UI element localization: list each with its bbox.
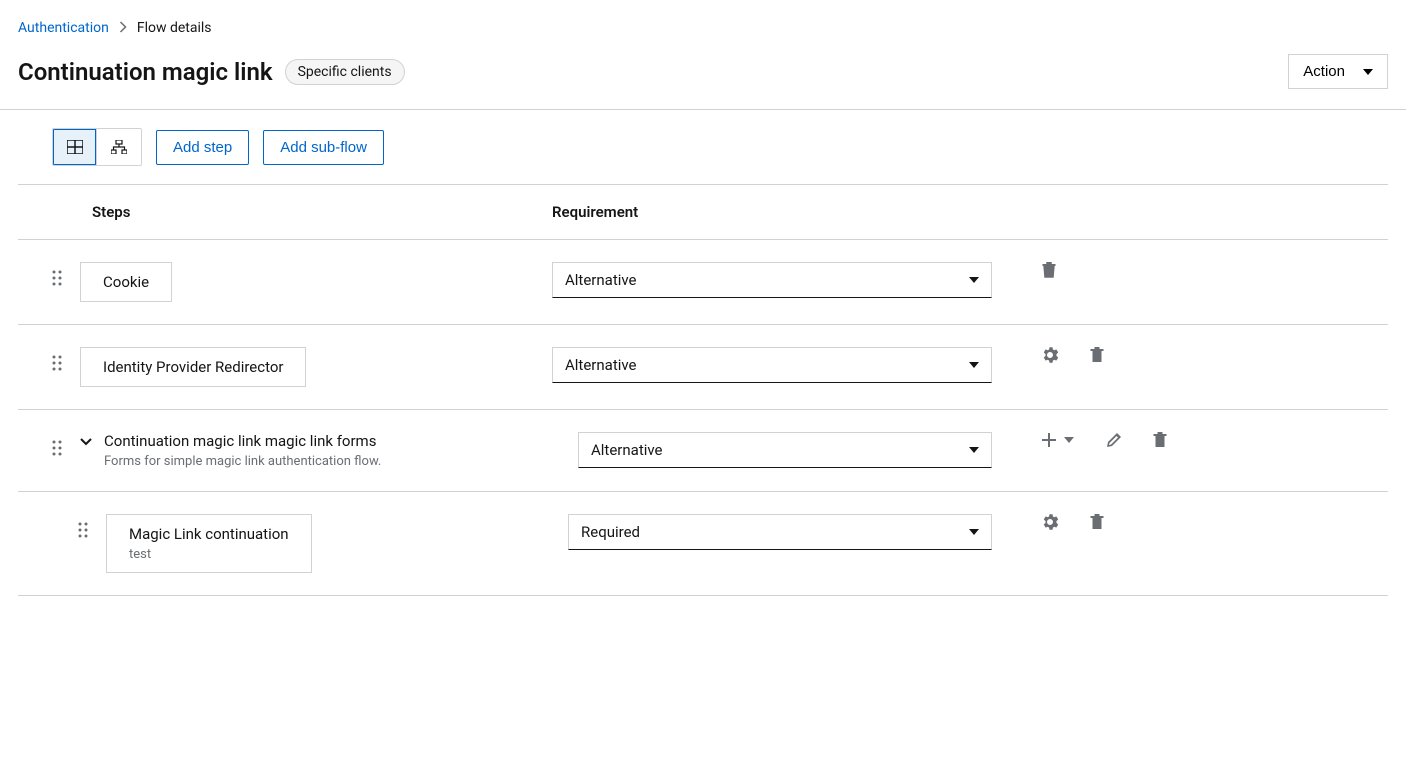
step-row: Magic Link continuation test Required	[18, 492, 1388, 596]
drag-handle-icon[interactable]	[52, 432, 62, 456]
requirement-value: Alternative	[565, 356, 637, 374]
trash-icon	[1090, 347, 1104, 363]
action-label: Action	[1303, 63, 1345, 80]
add-button[interactable]	[1042, 433, 1056, 447]
edit-button[interactable]	[1106, 433, 1121, 448]
breadcrumb: Authentication Flow details	[0, 0, 1406, 48]
delete-button[interactable]	[1153, 432, 1167, 448]
diagram-view-toggle[interactable]	[97, 129, 141, 165]
caret-down-icon	[969, 529, 979, 535]
delete-button[interactable]	[1090, 347, 1104, 363]
requirement-value: Required	[581, 523, 640, 541]
chevron-down-icon	[80, 438, 92, 446]
pencil-icon	[1106, 433, 1121, 448]
step-row-subflow: Continuation magic link magic link forms…	[18, 410, 1388, 492]
step-name: Identity Provider Redirector	[103, 358, 283, 376]
requirement-select[interactable]: Required	[568, 514, 992, 550]
plus-icon	[1042, 433, 1056, 447]
view-toggle-group	[52, 128, 142, 166]
add-menu-toggle[interactable]	[1064, 437, 1074, 443]
expand-toggle[interactable]	[80, 432, 92, 450]
step-name: Cookie	[103, 273, 149, 291]
page-header: Continuation magic link Specific clients…	[0, 48, 1406, 110]
caret-down-icon	[969, 447, 979, 453]
add-step-button[interactable]: Add step	[156, 130, 249, 165]
step-row: Cookie Alternative	[18, 240, 1388, 325]
table-view-toggle[interactable]	[53, 129, 97, 165]
requirement-select[interactable]: Alternative	[552, 262, 992, 298]
subflow-description: Forms for simple magic link authenticati…	[104, 454, 381, 469]
drag-handle-icon[interactable]	[52, 262, 62, 286]
trash-icon	[1042, 262, 1056, 278]
add-subflow-button[interactable]: Add sub-flow	[263, 130, 384, 165]
requirement-value: Alternative	[591, 441, 663, 459]
requirement-select[interactable]: Alternative	[578, 432, 992, 468]
caret-down-icon	[1363, 69, 1373, 75]
delete-button[interactable]	[1042, 262, 1056, 278]
trash-icon	[1090, 514, 1104, 530]
gear-icon	[1042, 514, 1058, 530]
column-steps: Steps	[52, 203, 552, 221]
caret-down-icon	[969, 277, 979, 283]
step-chip: Identity Provider Redirector	[80, 347, 306, 387]
step-row: Identity Provider Redirector Alternative	[18, 325, 1388, 410]
action-menu-button[interactable]: Action	[1288, 54, 1388, 89]
step-chip: Cookie	[80, 262, 172, 302]
usage-badge: Specific clients	[285, 59, 405, 85]
step-description: test	[129, 547, 289, 562]
delete-button[interactable]	[1090, 514, 1104, 530]
toolbar: Add step Add sub-flow	[18, 110, 1388, 185]
column-requirement: Requirement	[552, 203, 1354, 221]
requirement-value: Alternative	[565, 271, 637, 289]
caret-down-icon	[1064, 437, 1074, 443]
requirement-select[interactable]: Alternative	[552, 347, 992, 383]
caret-down-icon	[969, 362, 979, 368]
drag-handle-icon[interactable]	[78, 514, 88, 538]
diagram-icon	[111, 140, 127, 154]
subflow-name: Continuation magic link magic link forms	[104, 432, 381, 450]
table-icon	[67, 140, 83, 154]
table-header: Steps Requirement	[18, 185, 1388, 240]
settings-button[interactable]	[1042, 347, 1058, 363]
step-name: Magic Link continuation	[129, 525, 289, 543]
drag-handle-icon[interactable]	[52, 347, 62, 371]
chevron-right-icon	[119, 21, 127, 36]
settings-button[interactable]	[1042, 514, 1058, 530]
trash-icon	[1153, 432, 1167, 448]
page-title: Continuation magic link	[18, 58, 273, 86]
gear-icon	[1042, 347, 1058, 363]
breadcrumb-current: Flow details	[137, 20, 212, 36]
step-chip: Magic Link continuation test	[106, 514, 312, 573]
breadcrumb-parent[interactable]: Authentication	[18, 20, 109, 36]
